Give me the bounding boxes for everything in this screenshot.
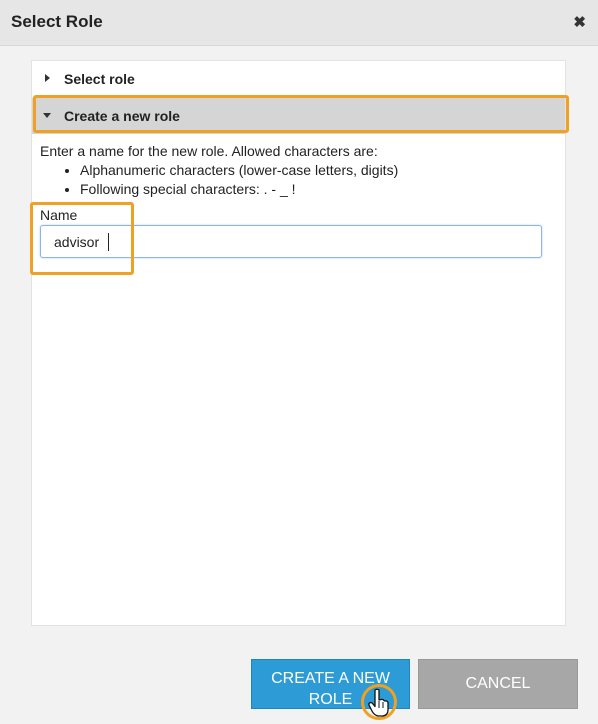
name-label: Name [40,207,78,223]
name-input-value: advisor [54,234,100,250]
accordion-label: Select role [64,71,135,87]
accordion-create-role[interactable]: Create a new role [32,98,565,134]
dialog-titlebar: Select Role ✖ [0,0,598,46]
list-item: Following special characters: . - _ ! [80,180,560,199]
accordion-label: Create a new role [64,108,180,124]
role-name-instructions: Enter a name for the new role. Allowed c… [40,142,560,199]
instructions-intro: Enter a name for the new role. Allowed c… [40,143,378,159]
caret-down-icon [43,113,51,118]
close-icon[interactable]: ✖ [573,13,586,31]
cancel-button[interactable]: CANCEL [418,659,578,709]
dialog-title: Select Role [11,12,103,31]
caret-right-icon [45,74,50,82]
hand-cursor-icon [368,688,389,717]
list-item: Alphanumeric characters (lower-case lett… [80,161,560,180]
accordion-select-role[interactable]: Select role [32,61,565,97]
name-input[interactable]: advisor [40,225,542,258]
text-caret [108,233,109,251]
role-panel: Select role Create a new role Enter a na… [31,60,566,626]
rules-list: Alphanumeric characters (lower-case lett… [40,161,560,199]
